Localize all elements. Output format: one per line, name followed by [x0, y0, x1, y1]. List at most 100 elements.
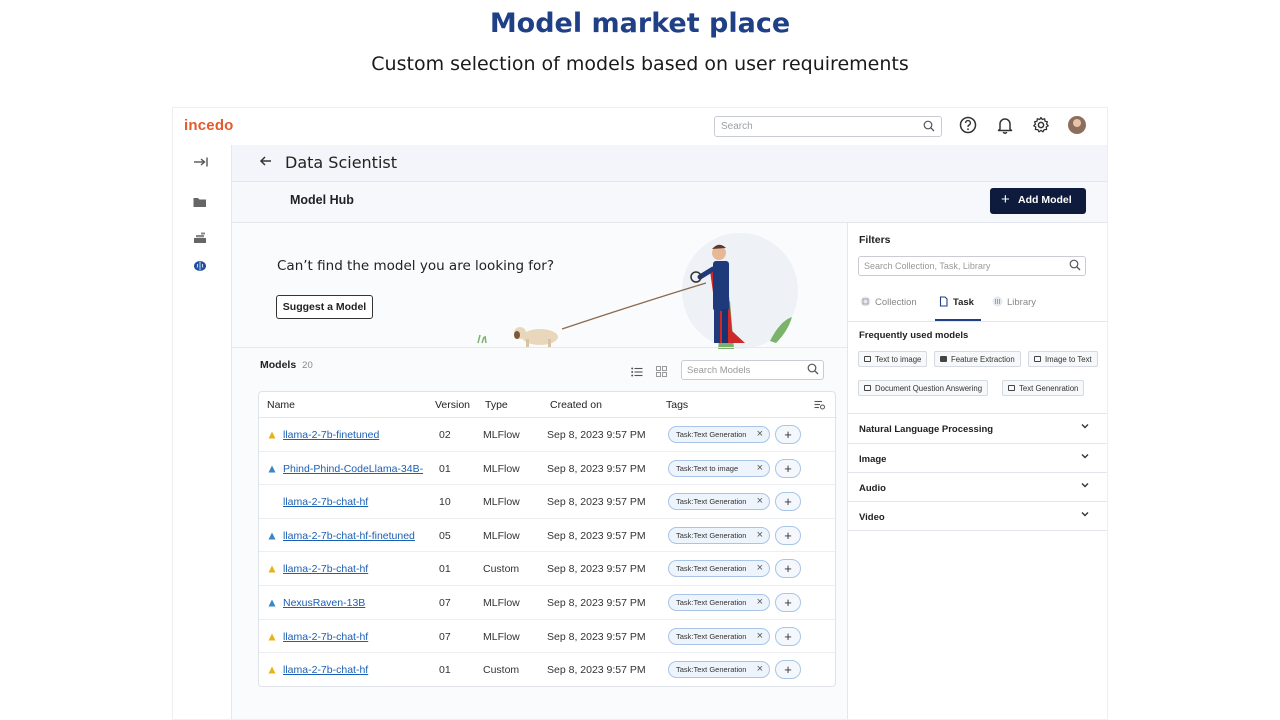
tag-chip[interactable]: Task:Text Generation × [668, 594, 770, 611]
tag-chip[interactable]: Task:Text Generation × [668, 526, 770, 544]
close-icon[interactable]: × [757, 596, 763, 608]
add-tag-button[interactable]: + [775, 593, 801, 612]
collapse-icon[interactable] [192, 155, 210, 171]
model-created: Sep 8, 2023 9:57 PM [547, 529, 646, 542]
col-version[interactable]: Version [435, 399, 470, 411]
chip-text-generation[interactable]: Text Genenration [1002, 380, 1085, 396]
add-tag-button[interactable]: + [775, 525, 801, 545]
help-icon[interactable] [959, 116, 977, 138]
model-source-icon [268, 532, 276, 540]
suggest-model-button[interactable]: Suggest a Model [276, 295, 373, 319]
section-image[interactable]: Image [848, 443, 1107, 473]
model-type: Custom [483, 563, 520, 576]
tag-chip[interactable]: Task:Text Generation × [668, 493, 770, 511]
section-audio[interactable]: Audio [848, 472, 1107, 502]
brain-icon[interactable] [192, 259, 210, 275]
tab-task[interactable]: Task [938, 296, 974, 308]
add-tag-button[interactable]: + [775, 425, 801, 444]
model-name-link[interactable]: NexusRaven-13B [283, 597, 365, 609]
close-icon[interactable]: × [757, 663, 763, 675]
search-placeholder: Search [721, 121, 753, 132]
model-source-icon [268, 633, 276, 641]
chevron-down-icon [1080, 451, 1090, 464]
chip-feature-extraction[interactable]: Feature Extraction [934, 351, 1021, 367]
col-type[interactable]: Type [485, 399, 508, 411]
column-settings-icon[interactable] [814, 400, 825, 413]
model-type: MLFlow [483, 496, 520, 509]
section-nlp[interactable]: Natural Language Processing [848, 413, 1107, 443]
close-icon[interactable]: × [757, 529, 763, 541]
tag-chip[interactable]: Task:Text Generation × [668, 661, 770, 679]
bell-icon[interactable] [996, 116, 1014, 138]
model-search-input[interactable]: Search Models [681, 360, 824, 380]
close-icon[interactable]: × [757, 428, 763, 440]
table-row[interactable]: llama-2-7b-chat-hf 10 MLFlow Sep 8, 2023 9:… [259, 485, 837, 519]
table-row[interactable]: llama-2-7b-chat-hf 01 Custom Sep 8, 2023 9:… [259, 653, 837, 687]
col-name[interactable]: Name [267, 399, 295, 411]
add-tag-button[interactable]: + [775, 626, 801, 646]
add-model-label: Add Model [1018, 194, 1072, 206]
table-row[interactable]: llama-2-7b-chat-hf 07 MLFlow Sep 8, 2023 9:… [259, 620, 837, 654]
model-type: MLFlow [483, 597, 520, 609]
document-icon [864, 385, 871, 391]
tag-chip[interactable]: Task:Text Generation × [668, 560, 770, 578]
model-name-link[interactable]: llama-2-7b-chat-hf [283, 664, 368, 676]
tag-chip[interactable]: Task:Text Generation × [668, 426, 770, 443]
model-created: Sep 8, 2023 9:57 PM [547, 429, 646, 441]
grid-view-icon[interactable] [656, 364, 667, 382]
model-type: MLFlow [483, 529, 520, 542]
tab-library[interactable]: Library [992, 296, 1036, 308]
model-version: 02 [439, 429, 451, 441]
table-row[interactable]: NexusRaven-13B 07 MLFlow Sep 8, 2023 9:57 P… [259, 586, 837, 620]
model-name-link[interactable]: Phind-Phind-CodeLlama-34B- [283, 463, 423, 475]
close-icon[interactable]: × [757, 495, 763, 507]
list-view-icon[interactable] [631, 364, 643, 382]
model-name-link[interactable]: llama-2-7b-finetuned [283, 429, 379, 441]
table-row[interactable]: Phind-Phind-CodeLlama-34B- 01 MLFlow Sep 8,… [259, 452, 837, 486]
stack-icon[interactable] [192, 231, 210, 247]
slide-title: Model market place [489, 8, 791, 39]
model-version: 05 [439, 529, 451, 542]
tab-collection[interactable]: Collection [860, 296, 917, 308]
text-gen-icon [1008, 385, 1015, 391]
table-row[interactable]: llama-2-7b-chat-hf 01 Custom Sep 8, 2023 9:… [259, 552, 837, 586]
close-icon[interactable]: × [757, 562, 763, 574]
image-icon [864, 356, 871, 362]
add-tag-button[interactable]: + [775, 492, 801, 512]
col-created[interactable]: Created on [550, 399, 602, 411]
filter-search-placeholder: Search Collection, Task, Library [864, 261, 991, 271]
main-content: Can’t find the model you are looking for… [232, 223, 847, 719]
add-model-button[interactable]: + Add Model [990, 188, 1086, 214]
models-count: 20 [302, 360, 313, 371]
tab-task-label: Task [953, 297, 974, 308]
close-icon[interactable]: × [757, 630, 763, 642]
chip-image-to-text[interactable]: Image to Text [1028, 351, 1098, 367]
table-row[interactable]: llama-2-7b-chat-hf-finetuned 05 MLFlow Sep … [259, 519, 837, 553]
section-video[interactable]: Video [848, 501, 1107, 531]
model-name-link[interactable]: llama-2-7b-chat-hf [283, 631, 368, 643]
tag-chip[interactable]: Task:Text Generation × [668, 627, 770, 645]
folder-icon[interactable] [192, 195, 210, 211]
model-created: Sep 8, 2023 9:57 PM [547, 563, 646, 576]
gear-icon[interactable] [1032, 116, 1050, 138]
back-arrow-icon[interactable] [259, 154, 272, 170]
close-icon[interactable]: × [757, 462, 763, 474]
table-row[interactable]: llama-2-7b-finetuned 02 MLFlow Sep 8, 2023 … [259, 418, 837, 452]
add-tag-button[interactable]: + [775, 660, 801, 680]
chip-text-to-image[interactable]: Text to image [858, 351, 928, 367]
model-name-link[interactable]: llama-2-7b-chat-hf-finetuned [283, 530, 415, 542]
add-tag-button[interactable]: + [775, 559, 801, 579]
model-name-link[interactable]: llama-2-7b-chat-hf [283, 496, 368, 508]
tag-label: Task:Text Generation [676, 665, 747, 675]
top-bar: incedo Search [173, 108, 1107, 145]
tag-chip[interactable]: Task:Text to image × [668, 459, 770, 477]
filter-search-input[interactable]: Search Collection, Task, Library [858, 256, 1086, 276]
feature-icon [940, 356, 947, 362]
global-search-input[interactable]: Search [714, 116, 942, 137]
col-tags[interactable]: Tags [666, 399, 688, 411]
model-name-link[interactable]: llama-2-7b-chat-hf [283, 563, 368, 575]
add-tag-button[interactable]: + [775, 458, 801, 478]
search-icon [807, 363, 819, 378]
chip-document-qa[interactable]: Document Question Answering [858, 380, 989, 396]
avatar[interactable] [1068, 116, 1086, 134]
